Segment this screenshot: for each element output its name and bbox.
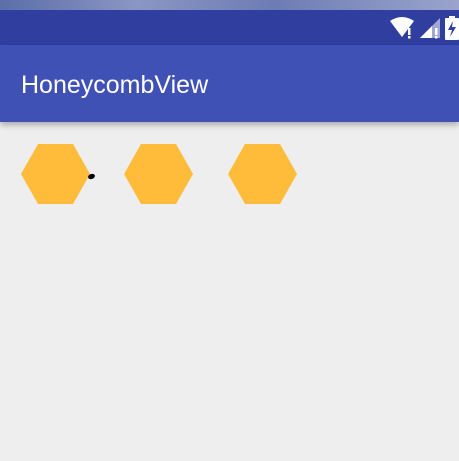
battery-charging-icon	[445, 16, 459, 40]
status-bar	[0, 10, 459, 45]
wifi-icon	[389, 17, 415, 39]
app-bar: HoneycombView	[0, 45, 459, 122]
capture-artifact-strip	[0, 0, 459, 10]
hexagon-cell-1[interactable]	[21, 144, 90, 204]
app-screen: HoneycombView	[0, 0, 459, 461]
hexagon-cell-3[interactable]	[228, 144, 297, 204]
honeycomb-view	[0, 122, 459, 461]
signal-icon	[419, 17, 441, 39]
status-icons	[389, 16, 459, 40]
app-title: HoneycombView	[21, 71, 209, 99]
hexagon-cell-2[interactable]	[124, 144, 193, 204]
